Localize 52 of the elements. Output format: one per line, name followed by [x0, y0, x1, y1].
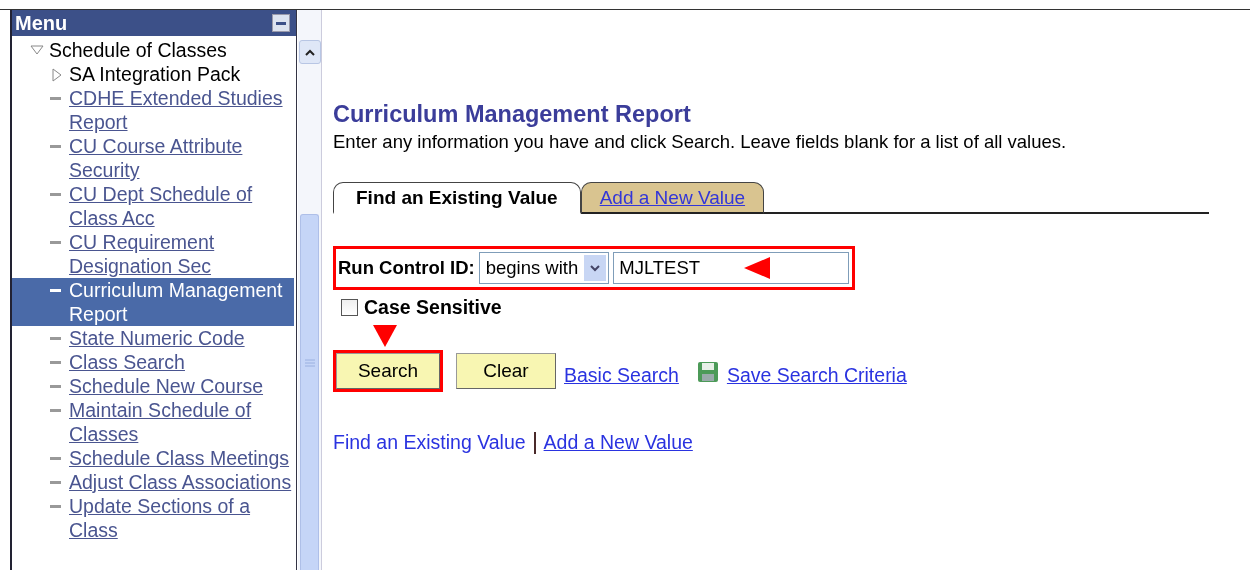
action-button[interactable]: Search: [336, 353, 440, 389]
link[interactable]: Find an Existing Value: [333, 431, 526, 454]
menu-link[interactable]: Class Search: [69, 350, 185, 374]
tab[interactable]: Add a New Value: [580, 182, 765, 214]
menu-link[interactable]: Schedule New Course: [69, 374, 264, 398]
dash-icon: [50, 457, 61, 460]
menu-link[interactable]: CU Course Attribute Security: [69, 134, 296, 182]
menu-link[interactable]: CDHE Extended Studies Report: [69, 86, 296, 134]
link[interactable]: Basic Search: [564, 363, 679, 387]
action-button[interactable]: Clear: [456, 353, 556, 389]
tab[interactable]: Find an Existing Value: [333, 182, 581, 214]
instructions-text: Enter any information you have and click Search. Leave fields blank for a list of all values.: [333, 131, 1068, 153]
page-title: Curriculum Management Report: [333, 101, 692, 127]
dash-icon: [50, 289, 61, 292]
dash-icon: [50, 97, 61, 100]
operator-dropdown[interactable]: begins with: [478, 252, 610, 284]
collapsed-triangle-icon[interactable]: [50, 68, 64, 82]
dash-icon: [50, 505, 61, 508]
arrow-icon: [744, 257, 770, 279]
chevron-down-icon: [590, 264, 601, 272]
chevron-up-icon: [305, 48, 315, 56]
dash-icon: [50, 409, 61, 412]
menu-link[interactable]: CU Requirement Designation Sec: [69, 230, 296, 278]
checkbox-label: Case Sensitive: [364, 296, 502, 319]
menu-link[interactable]: Curriculum Management Report: [69, 278, 294, 326]
scrollbar[interactable]: [298, 10, 322, 570]
field-label: Run Control ID:: [338, 257, 475, 279]
scroll-up-button[interactable]: [299, 40, 321, 64]
link[interactable]: Save Search Criteria: [726, 363, 907, 387]
menu-folder[interactable]: SA Integration Pack: [69, 62, 241, 86]
dash-icon: [50, 145, 61, 148]
menu-link[interactable]: Maintain Schedule of Classes: [69, 398, 296, 446]
dash-icon: [50, 481, 61, 484]
menu-link[interactable]: Schedule Class Meetings: [69, 446, 290, 470]
menu-link[interactable]: CU Dept Schedule of Class Acc: [69, 182, 296, 230]
menu-folder[interactable]: Schedule of Classes: [49, 38, 227, 62]
expanded-triangle-icon[interactable]: [30, 44, 44, 56]
dash-icon: [50, 385, 61, 388]
link[interactable]: Add a New Value: [543, 431, 693, 454]
run-control-field[interactable]: MJLTEST: [613, 252, 849, 284]
menu-link[interactable]: State Numeric Code: [69, 326, 245, 350]
dash-icon: [50, 337, 61, 340]
dash-icon: [50, 241, 61, 244]
scroll-thumb[interactable]: [300, 214, 319, 570]
dash-icon: [50, 193, 61, 196]
menu-link[interactable]: Adjust Class Associations: [69, 470, 292, 494]
dash-icon: [50, 361, 61, 364]
menu-title: Menu: [15, 11, 68, 35]
arrow-icon: [373, 325, 397, 347]
menu-link[interactable]: Update Sections of a Class: [69, 494, 296, 542]
checkbox[interactable]: [341, 299, 358, 316]
collapse-button[interactable]: [272, 14, 290, 32]
